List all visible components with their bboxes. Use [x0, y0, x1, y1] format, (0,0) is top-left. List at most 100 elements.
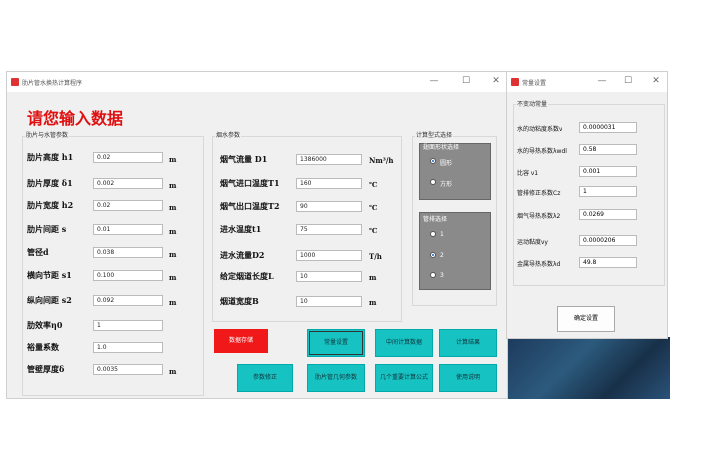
flue-field-unit: ℃ [369, 226, 378, 235]
constants-window: 常量设置 — ☐ ✕ 不变动常量 确定设置 水的动粘度系数ν 0.0000031 水… [506, 71, 668, 339]
radio-row-3[interactable] [430, 272, 436, 278]
const-field-label: 管排修正系数Cz [517, 190, 561, 197]
radio-square[interactable] [430, 179, 436, 185]
flue-field-label: 烟气出口温度T2 [220, 201, 280, 211]
fin-field-input[interactable]: 1.0 [93, 342, 163, 353]
const-field-input[interactable]: 0.58 [579, 144, 637, 155]
fin-field-unit: m [169, 181, 177, 190]
fin-field-label: 肋片间距 s [27, 224, 67, 234]
desktop-background [508, 337, 670, 399]
fin-shape-label: 翅面形状选择 [423, 144, 460, 151]
const-app-icon [511, 78, 519, 86]
fin-field-label: 肋片宽度 h2 [27, 200, 74, 210]
radio-row-3-label: 3 [440, 272, 444, 279]
fin-field-input[interactable]: 0.092 [93, 295, 163, 306]
radio-round[interactable] [430, 158, 436, 164]
flue-field-unit: ℃ [369, 180, 378, 189]
flue-field-input[interactable]: 160 [296, 178, 362, 189]
const-field-input[interactable]: 0.001 [579, 166, 637, 177]
main-window: 肋片管水换热计算程序 — ☐ ✕ 请您输入数据 肋片与水管参数 烟水参数 计算型… [6, 71, 508, 399]
fin-field-input[interactable]: 0.02 [93, 200, 163, 211]
radio-row-1[interactable] [430, 231, 436, 237]
const-field-label: 金属导热系数λd [517, 261, 561, 268]
fin-field-unit: m [169, 273, 177, 282]
fin-field-input[interactable]: 0.038 [93, 247, 163, 258]
const-field-input[interactable]: 49.8 [579, 257, 637, 268]
fin-field-input[interactable]: 0.0035 [93, 364, 163, 375]
save-data-button[interactable]: 数据存储 [214, 329, 268, 353]
main-window-title: 肋片管水换热计算程序 [22, 80, 83, 87]
main-titlebar: 肋片管水换热计算程序 — ☐ ✕ [7, 72, 507, 92]
fin-geometry-button[interactable]: 肋片管几何参数 [307, 364, 365, 392]
flue-field-unit: ℃ [369, 203, 378, 212]
flue-field-input[interactable]: 75 [296, 224, 362, 235]
const-field-label: 烟气导热系数λ2 [517, 213, 561, 220]
close-icon[interactable]: ✕ [489, 76, 503, 86]
radio-round-label: 圆形 [440, 160, 453, 167]
results-button[interactable]: 计算结果 [439, 329, 497, 357]
const-field-label: 比容 ν1 [517, 170, 539, 177]
fin-field-input[interactable]: 0.01 [93, 224, 163, 235]
const-window-title: 常量设置 [522, 80, 547, 87]
fin-field-unit: m [169, 367, 177, 376]
fin-field-unit: m [169, 227, 177, 236]
fin-field-label: 肋片厚度 δ1 [27, 178, 73, 188]
const-group-label: 不变动常量 [516, 99, 549, 108]
fin-field-input[interactable]: 0.02 [93, 152, 163, 163]
flue-field-input[interactable]: 90 [296, 201, 362, 212]
fin-group [22, 136, 204, 396]
flue-field-label: 给定烟道长度L [220, 271, 274, 281]
fin-field-input[interactable]: 0.002 [93, 178, 163, 189]
const-field-label: 水的导热系数λwdl [517, 148, 567, 155]
fin-field-label: 管壁厚度δ [27, 364, 65, 374]
calc-type-group-label: 计算型式选择 [415, 130, 454, 139]
radio-row-2[interactable] [430, 252, 436, 258]
confirm-settings-button[interactable]: 确定设置 [557, 306, 615, 332]
flue-field-unit: m [369, 298, 377, 307]
flue-group-label: 烟水参数 [215, 130, 242, 139]
flue-field-unit: m [369, 273, 377, 282]
formulas-button[interactable]: 几个重要计算公式 [375, 364, 433, 392]
flue-field-input[interactable]: 1000 [296, 250, 362, 261]
flue-field-label: 烟气进口温度T1 [220, 178, 280, 188]
flue-field-input[interactable]: 1386000 [296, 154, 362, 165]
fin-field-label: 肋效率η0 [27, 320, 63, 330]
constants-button[interactable]: 常量设置 [307, 329, 365, 357]
fin-field-input[interactable]: 0.100 [93, 270, 163, 281]
param-correct-button[interactable]: 参数修正 [237, 364, 293, 392]
flue-field-label: 烟气流量 D1 [220, 154, 268, 164]
const-minimize-icon[interactable]: — [595, 76, 609, 86]
flue-field-input[interactable]: 10 [296, 271, 362, 282]
fin-shape-box [419, 143, 491, 200]
tube-row-box [419, 212, 491, 290]
const-field-input[interactable]: 1 [579, 186, 637, 197]
flue-field-label: 进水流量D2 [220, 250, 265, 260]
fin-field-unit: m [169, 155, 177, 164]
app-icon [11, 78, 19, 86]
fin-field-unit: m [169, 298, 177, 307]
fin-field-label: 纵向间距 s2 [27, 295, 72, 305]
const-field-label: 运动黏度νy [517, 239, 548, 246]
intermediate-data-button[interactable]: 中间计算数据 [375, 329, 433, 357]
fin-field-input[interactable]: 1 [93, 320, 163, 331]
fin-field-label: 横向节距 s1 [27, 270, 72, 280]
flue-field-input[interactable]: 10 [296, 296, 362, 307]
fin-field-label: 管径d [27, 247, 49, 257]
maximize-icon[interactable]: ☐ [459, 76, 473, 86]
const-titlebar: 常量设置 — ☐ ✕ [507, 72, 667, 92]
radio-row-2-label: 2 [440, 252, 444, 259]
tube-row-label: 管排选择 [423, 216, 448, 223]
fin-field-label: 肋片高度 h1 [27, 152, 74, 162]
fin-field-unit: m [169, 250, 177, 259]
minimize-icon[interactable]: — [427, 76, 441, 86]
const-maximize-icon[interactable]: ☐ [621, 76, 635, 86]
flue-field-unit: T/h [369, 252, 382, 261]
const-field-input[interactable]: 0.0269 [579, 209, 637, 220]
radio-row-1-label: 1 [440, 231, 444, 238]
fin-field-unit: m [169, 203, 177, 212]
const-field-input[interactable]: 0.0000031 [579, 122, 637, 133]
const-field-input[interactable]: 0.0000206 [579, 235, 637, 246]
const-close-icon[interactable]: ✕ [649, 76, 663, 86]
flue-field-label: 进水温度t1 [220, 224, 262, 234]
instructions-button[interactable]: 使用说明 [439, 364, 497, 392]
